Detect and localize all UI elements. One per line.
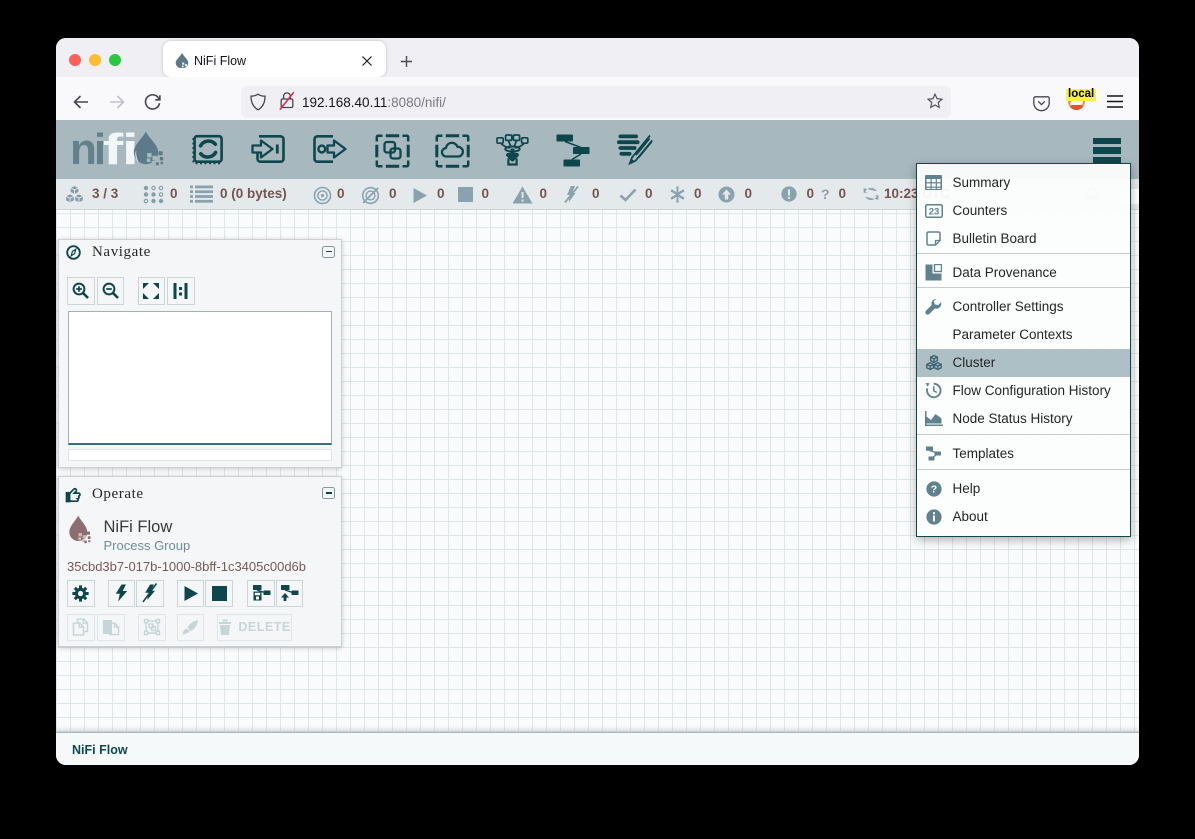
svg-text:23: 23 xyxy=(928,206,939,217)
svg-text:?: ? xyxy=(930,483,936,495)
